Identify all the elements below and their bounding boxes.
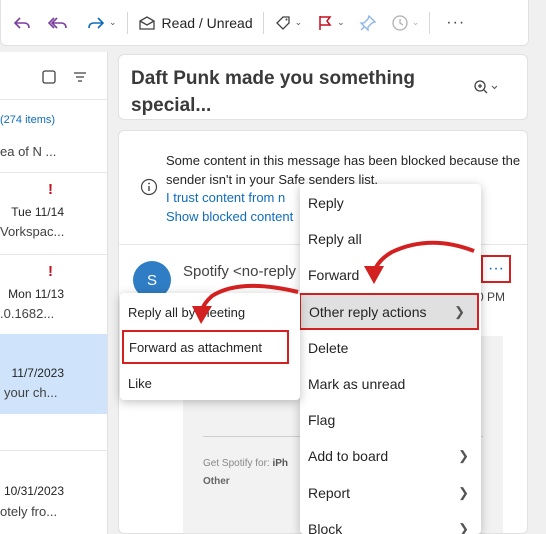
more-icon: ··· (446, 13, 466, 31)
list-item-date: 10/31/2023 (3, 484, 64, 498)
read-unread-button[interactable]: Read / Unread (135, 7, 256, 39)
menu-item-delete[interactable]: Delete (300, 330, 481, 366)
menu-item-other-reply-actions[interactable]: Other reply actions ❯ (300, 293, 479, 330)
chevron-right-icon: ❯ (458, 448, 469, 463)
context-menu: Reply Reply all Forward Other reply acti… (300, 184, 481, 534)
forward-icon (88, 16, 105, 29)
more-options-button[interactable]: ··· (443, 7, 468, 39)
zoom-button[interactable] (473, 79, 499, 100)
sender-name[interactable]: Spotify <no-reply (183, 263, 296, 280)
more-actions-button[interactable]: ··· (481, 255, 511, 283)
message-list: (274 items) ea of N ... ! Tue 11/14 Vork… (0, 52, 108, 534)
list-item-snippet: ea of N ... (0, 144, 57, 159)
chevron-down-icon: ⌄ (294, 17, 303, 27)
reply-all-icon (48, 16, 67, 29)
submenu-item-forward-as-attachment[interactable]: Forward as attachment (122, 330, 289, 364)
list-item-snippet: .0.1682... (0, 306, 55, 321)
flag-button[interactable]: ⌄ (313, 7, 348, 39)
categorize-button[interactable]: ⌄ (271, 7, 306, 39)
message-subject: Daft Punk made you something special... (131, 68, 415, 116)
pin-button[interactable] (356, 7, 380, 39)
submenu-item-reply-all-by-meeting[interactable]: Reply all by meeting (120, 294, 300, 330)
read-unread-label: Read / Unread (161, 14, 253, 31)
flag-icon (319, 15, 332, 30)
trust-sender-link[interactable]: I trust content from n (166, 190, 285, 205)
menu-item-flag[interactable]: Flag (300, 402, 481, 438)
list-item[interactable]: 10/31/2023 otely fro... (0, 450, 107, 534)
info-icon (140, 178, 158, 196)
message-list-header (0, 52, 107, 100)
command-toolbar: ⌄ Read / Unread ⌄ ⌄ ⌄ ··· (0, 0, 529, 46)
submenu-item-like[interactable]: Like (120, 365, 300, 401)
list-item-date: Mon 11/13 (8, 287, 64, 301)
importance-icon: ! (48, 181, 53, 198)
chevron-down-icon: ⌄ (109, 17, 117, 27)
forward-button[interactable]: ⌄ (83, 7, 120, 39)
list-item[interactable]: ea of N ... (0, 138, 107, 172)
toolbar-divider (126, 11, 128, 34)
list-item-snippet: your ch... (4, 385, 58, 400)
pin-icon (359, 14, 376, 32)
zoom-icon (474, 80, 498, 94)
show-blocked-content-link[interactable]: Show blocked content (166, 209, 293, 224)
clock-icon (392, 14, 408, 31)
menu-item-forward[interactable]: Forward (300, 257, 481, 293)
reply-all-button[interactable] (45, 7, 73, 39)
chevron-right-icon: ❯ (458, 521, 469, 534)
reply-icon (13, 16, 30, 29)
list-item-date: 11/7/2023 (11, 366, 65, 380)
snooze-button[interactable]: ⌄ (388, 7, 423, 39)
menu-item-add-to-board[interactable]: Add to board ❯ (300, 438, 481, 474)
message-time: 0 PM (477, 290, 506, 304)
list-item-snippet: Vorkspac... (0, 224, 65, 239)
toolbar-divider (429, 11, 431, 34)
list-item-date: Tue 11/14 (11, 205, 64, 219)
chevron-down-icon: ⌄ (337, 17, 345, 27)
menu-item-reply-all[interactable]: Reply all (300, 221, 481, 257)
more-icon: ··· (488, 260, 504, 277)
tag-icon (275, 15, 290, 30)
list-item-snippet: otely fro... (0, 504, 58, 519)
other-label: Other (203, 476, 230, 487)
other-reply-actions-submenu: Reply all by meeting Forward as attachme… (120, 293, 300, 400)
reply-button[interactable] (9, 7, 35, 39)
menu-item-mark-as-unread[interactable]: Mark as unread (300, 366, 481, 402)
chevron-right-icon: ❯ (458, 485, 469, 500)
list-item-selected[interactable]: 11/7/2023 your ch... (0, 334, 107, 414)
importance-icon: ! (48, 263, 53, 280)
list-item[interactable]: ! Tue 11/14 Vorkspac... (0, 172, 107, 254)
list-item[interactable]: ! Mon 11/13 .0.1682... (0, 254, 107, 334)
item-count: (274 items) (0, 114, 56, 126)
menu-item-reply[interactable]: Reply (300, 185, 481, 221)
filter-icon[interactable] (73, 70, 87, 84)
select-mode-icon[interactable] (42, 70, 56, 84)
toolbar-divider (262, 11, 264, 34)
subject-header: Daft Punk made you something special... (118, 54, 528, 120)
menu-item-report[interactable]: Report ❯ (300, 475, 481, 511)
envelope-icon (138, 15, 155, 30)
chevron-down-icon: ⌄ (411, 17, 420, 27)
chevron-right-icon: ❯ (454, 303, 465, 319)
get-spotify-text: Get Spotify for: iPh (203, 458, 289, 469)
menu-item-block[interactable]: Block ❯ (300, 511, 481, 534)
